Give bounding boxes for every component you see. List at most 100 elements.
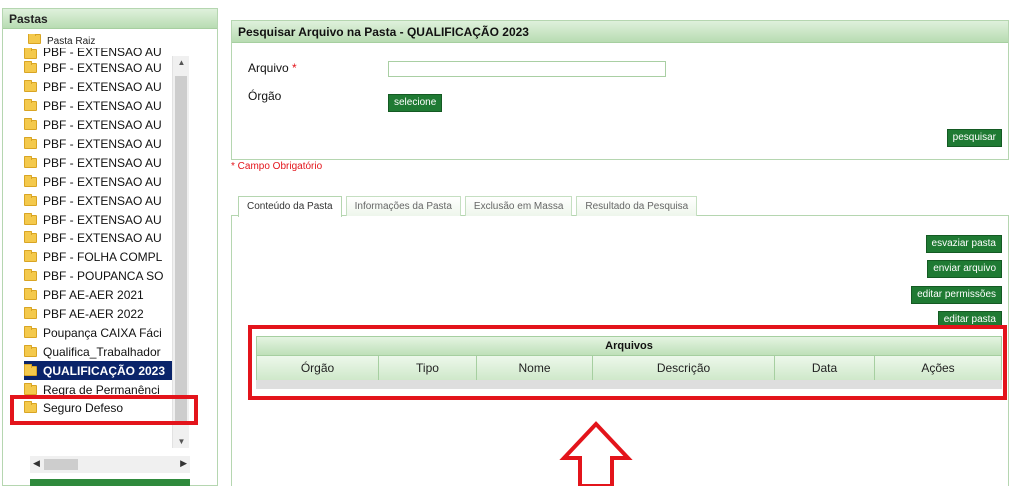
send-file-button[interactable]: enviar arquivo [927,260,1002,278]
folder-item[interactable]: PBF - EXTENSAO AU [24,135,172,154]
folder-item[interactable]: PBF - EXTENSAO AU [24,97,172,116]
folder-item-label: PBF - POUPANCA SO [43,269,164,284]
folder-item-label: PBF - EXTENSAO AU [43,80,162,95]
required-marker: * [292,61,297,75]
tree-root[interactable]: Pasta Raiz [28,34,95,47]
folder-item[interactable]: PBF - EXTENSAO AU [24,59,172,78]
folder-item-label: PBF - EXTENSAO AU [43,155,162,170]
folder-item[interactable]: PBF - FOLHA COMPL [24,248,172,267]
folder-item-label: Poupança CAIXA Fáci [43,325,162,340]
folder-item-label: PBF - EXTENSAO AU [43,48,162,59]
folder-item[interactable]: PBF - EXTENSAO AU [24,153,172,172]
folder-icon [24,137,37,149]
left-panel-footer-bar [30,479,190,486]
scroll-left-arrow-icon[interactable]: ◀ [33,458,40,469]
folders-panel-title: Pastas [3,9,217,29]
folder-item[interactable]: PBF AE-AER 2022 [24,305,172,324]
folder-item[interactable]: PBF - EXTENSAO AU [24,229,172,248]
folder-item[interactable]: Poupança CAIXA Fáci [24,323,172,342]
tab-bar: Conteúdo da Pasta Informações da Pasta Exc… [238,196,701,217]
folder-icon [24,80,37,93]
orgao-label: Órgão [248,89,282,103]
folder-icon [24,269,37,282]
folder-item[interactable]: PBF AE-AER 2021 [24,286,172,305]
folder-tree-horizontal-scrollbar[interactable]: ◀ ▶ [30,456,190,473]
folder-item[interactable]: PBF - EXTENSAO AU [24,172,172,191]
folder-item-label: PBF - EXTENSAO AU [43,61,162,76]
column-header[interactable]: Descrição [593,356,775,380]
arquivo-input[interactable] [388,61,666,77]
folder-item-label: PBF - EXTENSAO AU [43,212,162,227]
folder-item[interactable]: PBF - EXTENSAO AU [24,116,172,135]
folder-item-label: QUALIFICAÇÃO 2023 [43,363,166,378]
folder-item-label: PBF - EXTENSAO AU [43,174,162,189]
files-table: Arquivos Órgão Tipo Nome Descrição Data Ações [256,336,1002,380]
tab-item[interactable]: Conteúdo da Pasta [238,196,342,217]
folder-item[interactable]: PBF - EXTENSAO AU [24,210,172,229]
folder-item[interactable]: PBF - POUPANCA SO [24,267,172,286]
red-up-arrow-icon [559,421,633,486]
folder-icon [24,344,37,357]
folder-item-label: Seguro Defeso [43,401,124,416]
scrollbar-thumb[interactable] [175,76,187,422]
folder-icon [24,212,37,225]
empty-folder-button[interactable]: esvaziar pasta [925,235,1002,253]
folder-item[interactable]: Seguro Defeso [24,399,172,418]
tab-item[interactable]: Exclusão em Massa [464,196,573,216]
arquivo-label: Arquivo * [248,61,297,75]
scrollbar-thumb[interactable] [44,459,78,470]
folder-icon [24,118,37,131]
folder-item-label: PBF - EXTENSAO AU [43,118,162,133]
folder-item[interactable]: PBF - EXTENSAO AU [24,191,172,210]
folder-icon [28,34,41,44]
folder-item[interactable]: Regra de Permanênci [24,380,172,399]
folder-icon [24,174,37,187]
folder-item-label: PBF AE-AER 2022 [43,307,144,322]
folder-item[interactable]: QUALIFICAÇÃO 2023 [24,361,172,381]
folder-icon [24,325,37,338]
search-panel-title: Pesquisar Arquivo na Pasta - QUALIFICAÇÃ… [232,21,1008,43]
search-panel: Pesquisar Arquivo na Pasta - QUALIFICAÇÃ… [231,20,1009,160]
column-header[interactable]: Órgão [257,356,379,380]
folder-icon [24,231,37,244]
files-table-caption: Arquivos [257,337,1001,356]
folder-item-label: PBF - EXTENSAO AU [43,231,162,246]
folder-icon [24,363,37,376]
folder-item[interactable]: PBF - EXTENSAO AU [24,78,172,97]
tab-item[interactable]: Resultado da Pesquisa [576,196,698,216]
folder-list: PBF - EXTENSAO AU PBF - EXTENSAO AU PBF - … [24,48,172,418]
arquivo-label-text: Arquivo [248,61,289,75]
folder-item-label: Regra de Permanênci [43,382,160,397]
folder-item[interactable]: PBF - EXTENSAO AU [24,48,172,59]
folder-tree-vertical-scrollbar[interactable]: ▲ ▼ [172,56,189,448]
folder-icon [24,288,37,301]
folder-icon [24,250,37,263]
files-table-empty-body [256,380,1002,389]
folder-item[interactable]: Qualifica_Trabalhador [24,342,172,361]
folder-item-label: PBF - EXTENSAO AU [43,193,162,208]
column-header[interactable]: Nome [477,356,593,380]
folder-item-label: PBF - EXTENSAO AU [43,99,162,114]
edit-permissions-button[interactable]: editar permissões [911,286,1002,304]
files-table-header: Órgão Tipo Nome Descrição Data Ações [257,356,1001,380]
column-header[interactable]: Data [775,356,875,380]
folder-item-label: Qualifica_Trabalhador [43,344,161,359]
folder-icon [24,48,37,59]
folder-icon [24,155,37,168]
column-header[interactable]: Tipo [379,356,477,380]
edit-folder-button[interactable]: editar pasta [937,311,1002,329]
scroll-down-arrow-icon[interactable]: ▼ [173,437,190,446]
scroll-up-arrow-icon[interactable]: ▲ [173,58,190,67]
folder-item-label: PBF AE-AER 2021 [43,288,144,303]
folder-item-label: PBF - FOLHA COMPL [43,250,163,265]
folder-tree: Pasta Raiz PBF - EXTENSAO AU PBF - EXTENS… [24,34,194,454]
column-header[interactable]: Ações [875,356,1001,380]
tab-item[interactable]: Informações da Pasta [345,196,461,216]
folder-icon [24,61,37,74]
search-button[interactable]: pesquisar [946,129,1002,147]
folder-icon [24,99,37,112]
scroll-right-arrow-icon[interactable]: ▶ [180,458,187,469]
select-orgao-button[interactable]: selecione [388,94,443,112]
folder-icon [24,193,37,206]
folder-icon [24,307,37,320]
